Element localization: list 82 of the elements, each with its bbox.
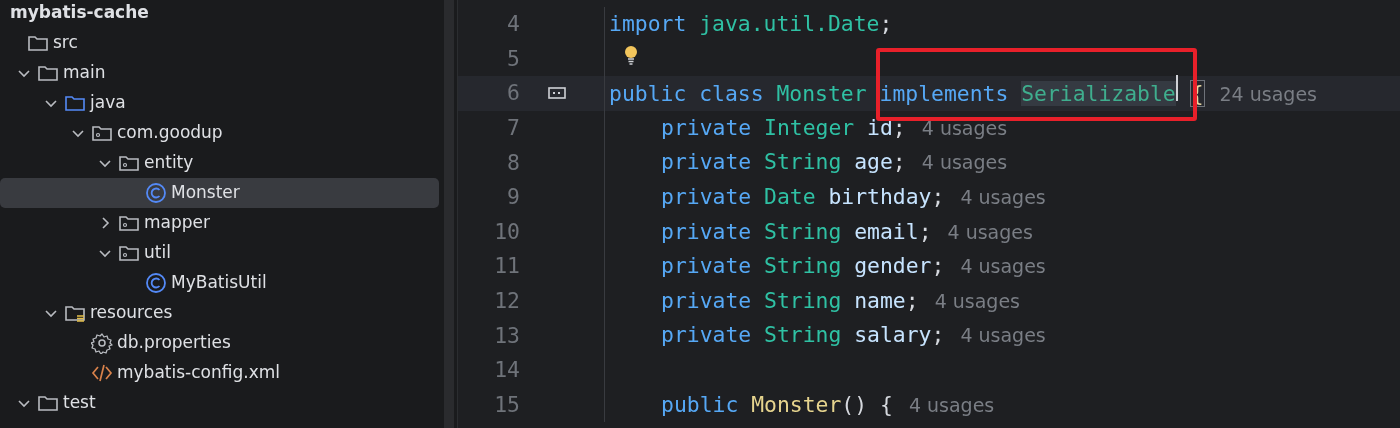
- code-token: private: [661, 114, 752, 140]
- line-number: 9: [506, 183, 520, 212]
- code-token: class: [699, 81, 764, 107]
- tree-item[interactable]: MyBatisUtil: [0, 268, 439, 298]
- code-token: gender: [854, 253, 932, 279]
- code-token: implements: [879, 81, 1009, 107]
- line-number: 5: [506, 44, 520, 73]
- code-token: public: [609, 81, 687, 107]
- usages-hint[interactable]: 4 usages: [921, 151, 1008, 174]
- code-token: ;: [879, 11, 893, 36]
- code-token: Date: [764, 183, 816, 209]
- text-cursor: [1175, 75, 1178, 102]
- usages-hint[interactable]: 4 usages: [934, 289, 1020, 312]
- code-token: birthday: [828, 183, 932, 209]
- code-token: salary: [854, 322, 932, 348]
- line-number: 10: [493, 217, 520, 246]
- code-token: String: [764, 253, 842, 279]
- code-token: String: [764, 218, 842, 244]
- code-token: ;: [931, 253, 945, 279]
- tree-item[interactable]: db.properties: [0, 328, 439, 358]
- line-number: 8: [506, 148, 520, 177]
- code-token: String: [764, 322, 842, 348]
- code-token: private: [661, 287, 752, 313]
- class-icon: [145, 182, 167, 204]
- code-token: Monster: [776, 81, 867, 107]
- tree-item[interactable]: com.goodup: [0, 118, 439, 148]
- project-name[interactable]: mybatis-cache: [10, 0, 149, 26]
- gear-icon: [91, 332, 113, 354]
- line-number: 13: [493, 321, 520, 350]
- line-number: 11: [493, 252, 520, 281]
- code-token: private: [661, 149, 752, 175]
- code-token: Integer: [764, 114, 855, 140]
- code-token: age: [854, 149, 893, 175]
- tree-item[interactable]: mybatis-config.xml: [0, 358, 439, 388]
- line-number: 7: [506, 114, 520, 142]
- code-token: ;: [892, 114, 906, 140]
- code-token: String: [764, 149, 842, 175]
- tree-item[interactable]: main: [0, 58, 439, 88]
- code-token: id: [867, 114, 893, 140]
- line-number: 6: [506, 79, 520, 108]
- gutter-marker-icon[interactable]: [548, 86, 566, 101]
- usages-hint[interactable]: 4 usages: [908, 393, 995, 416]
- code-tag-icon: [91, 362, 113, 384]
- code-token: ;: [905, 287, 919, 313]
- code-token: private: [661, 322, 752, 348]
- tree-item[interactable]: Monster: [0, 178, 439, 208]
- code-token: {: [880, 391, 893, 417]
- code-token: private: [661, 253, 752, 279]
- code-token: Monster: [751, 391, 842, 417]
- usages-hint[interactable]: 4 usages: [960, 324, 1046, 347]
- code-token: ;: [918, 218, 932, 244]
- code-token: Serializable: [1021, 81, 1176, 107]
- usages-hint[interactable]: 4 usages: [960, 255, 1046, 278]
- usages-hint[interactable]: 24 usages: [1219, 83, 1317, 106]
- line-number: 14: [493, 356, 520, 385]
- tree-item[interactable]: resources: [0, 298, 439, 328]
- code-token: name: [854, 287, 906, 313]
- lightbulb-icon[interactable]: [623, 44, 639, 65]
- tree-item[interactable]: mapper: [0, 208, 439, 238]
- code-token: import: [609, 11, 687, 36]
- code-token: java.util.Date: [699, 11, 880, 36]
- code-token: private: [661, 218, 752, 244]
- tree-item[interactable]: java: [0, 88, 439, 118]
- tree-item[interactable]: util: [0, 238, 439, 268]
- code-token: private: [661, 183, 752, 209]
- code-token: ;: [931, 183, 945, 209]
- code-token: email: [854, 218, 919, 244]
- class-icon: [145, 272, 167, 294]
- code-token: public: [661, 391, 739, 417]
- usages-hint[interactable]: 4 usages: [921, 116, 1008, 139]
- code-token: ;: [931, 322, 945, 348]
- usages-hint[interactable]: 4 usages: [960, 185, 1046, 208]
- code-token: String: [764, 287, 842, 313]
- tree-item[interactable]: src: [0, 28, 439, 58]
- tree-item[interactable]: entity: [0, 148, 439, 178]
- line-number: 15: [493, 390, 520, 419]
- tree-item[interactable]: test: [0, 388, 439, 418]
- code-token: (): [841, 391, 868, 417]
- line-number: 4: [506, 10, 520, 39]
- line-number: 12: [493, 287, 520, 315]
- usages-hint[interactable]: 4 usages: [947, 220, 1033, 243]
- code-token: ;: [892, 149, 906, 175]
